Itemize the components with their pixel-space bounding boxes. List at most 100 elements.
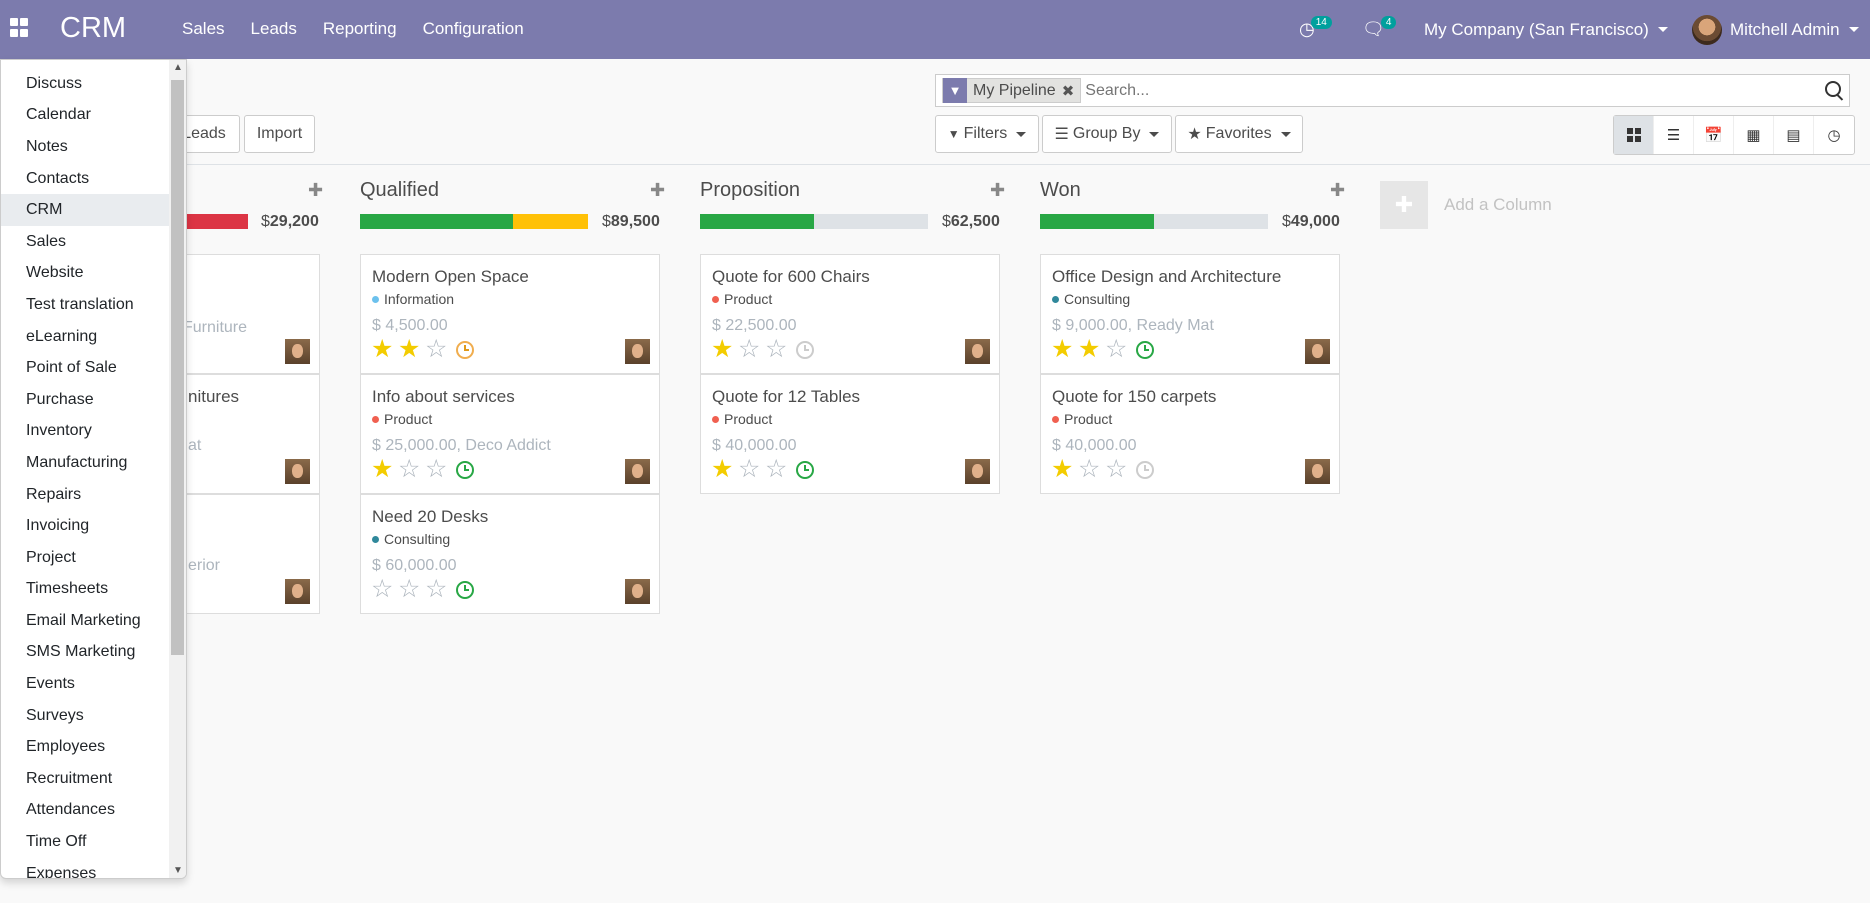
pivot-view-icon[interactable]: ▦ xyxy=(1734,116,1774,154)
activity-clock-icon[interactable] xyxy=(796,461,814,479)
scroll-up-icon[interactable]: ▲ xyxy=(173,62,183,73)
activity-clock-icon[interactable] xyxy=(456,581,474,599)
app-menu-item-events[interactable]: Events xyxy=(1,668,171,700)
priority-star-icon[interactable]: ★ xyxy=(1051,457,1078,482)
app-menu-item-email-marketing[interactable]: Email Marketing xyxy=(1,605,171,637)
kanban-view-icon[interactable] xyxy=(1614,116,1654,154)
quick-create-icon[interactable]: ✚ xyxy=(990,180,1005,201)
priority-star-icon[interactable]: ☆ xyxy=(738,337,765,362)
remove-facet-icon[interactable]: ✖ xyxy=(1062,82,1081,100)
quick-create-icon[interactable]: ✚ xyxy=(308,180,323,201)
app-menu-item-sales[interactable]: Sales xyxy=(1,226,171,258)
priority-star-icon[interactable]: ☆ xyxy=(738,457,765,482)
priority-star-icon[interactable]: ☆ xyxy=(425,457,452,482)
column-title[interactable]: Proposition xyxy=(700,179,800,202)
priority-star-icon[interactable]: ☆ xyxy=(398,577,425,602)
menu-reporting[interactable]: Reporting xyxy=(323,19,397,39)
app-brand[interactable]: CRM xyxy=(60,12,126,45)
priority-star-icon[interactable]: ☆ xyxy=(371,577,398,602)
scrollbar[interactable]: ▲ ▼ xyxy=(169,60,186,878)
progress-green[interactable] xyxy=(700,214,814,229)
app-menu-item-surveys[interactable]: Surveys xyxy=(1,700,171,732)
import-button[interactable]: Import xyxy=(244,115,315,153)
scroll-down-icon[interactable]: ▼ xyxy=(173,865,183,876)
app-menu-item-repairs[interactable]: Repairs xyxy=(1,479,171,511)
scrollbar-thumb[interactable] xyxy=(171,80,184,655)
app-menu-item-invoicing[interactable]: Invoicing xyxy=(1,510,171,542)
priority-star-icon[interactable]: ☆ xyxy=(425,577,452,602)
list-view-icon[interactable]: ☰ xyxy=(1654,116,1694,154)
priority-star-icon[interactable]: ★ xyxy=(1078,337,1105,362)
filters-button[interactable]: ▼ Filters xyxy=(935,115,1039,153)
app-menu-item-timesheets[interactable]: Timesheets xyxy=(1,574,171,606)
activity-view-icon[interactable]: ◷ xyxy=(1814,116,1854,154)
quick-create-icon[interactable]: ✚ xyxy=(1330,180,1345,201)
priority-star-icon[interactable]: ☆ xyxy=(398,457,425,482)
priority-star-icon[interactable]: ★ xyxy=(371,337,398,362)
apps-menu-icon[interactable] xyxy=(10,18,30,38)
kanban-card[interactable]: Quote for 12 Tables Product $ 40,000.00 ★ ☆ ☆ xyxy=(700,374,1000,494)
favorites-button[interactable]: ★ Favorites xyxy=(1175,115,1303,153)
activity-clock-icon[interactable] xyxy=(456,341,474,359)
activity-clock-icon[interactable] xyxy=(456,461,474,479)
menu-configuration[interactable]: Configuration xyxy=(423,19,524,39)
activity-button[interactable]: ◷ 14 xyxy=(1299,0,1332,59)
app-menu-item-notes[interactable]: Notes xyxy=(1,131,171,163)
progress-green[interactable] xyxy=(1040,214,1154,229)
app-menu-item-employees[interactable]: Employees xyxy=(1,731,171,763)
quick-create-icon[interactable]: ✚ xyxy=(650,180,665,201)
user-menu[interactable]: Mitchell Admin xyxy=(1692,0,1859,59)
calendar-view-icon[interactable]: 📅 xyxy=(1694,116,1734,154)
priority-star-icon[interactable]: ☆ xyxy=(425,337,452,362)
activity-clock-icon[interactable] xyxy=(1136,461,1154,479)
activity-clock-icon[interactable] xyxy=(796,341,814,359)
app-menu-item-website[interactable]: Website xyxy=(1,258,171,290)
kanban-card[interactable]: Quote for 600 Chairs Product $ 22,500.00 ★ ☆… xyxy=(700,254,1000,374)
kanban-card[interactable]: Info about services Product $ 25,000.00, D… xyxy=(360,374,660,494)
priority-star-icon[interactable]: ★ xyxy=(371,457,398,482)
company-switcher[interactable]: My Company (San Francisco) xyxy=(1424,0,1668,59)
menu-leads[interactable]: Leads xyxy=(251,19,297,39)
app-menu-item-purchase[interactable]: Purchase xyxy=(1,384,171,416)
app-menu-item-attendances[interactable]: Attendances xyxy=(1,795,171,827)
progress-green[interactable] xyxy=(360,214,513,229)
groupby-button[interactable]: ☰ Group By xyxy=(1042,115,1172,153)
progress-yellow[interactable] xyxy=(512,214,588,229)
app-menu-item-contacts[interactable]: Contacts xyxy=(1,163,171,195)
column-title[interactable]: Qualified xyxy=(360,179,439,202)
priority-star-icon[interactable]: ★ xyxy=(711,337,738,362)
app-menu-item-inventory[interactable]: Inventory xyxy=(1,416,171,448)
menu-sales[interactable]: Sales xyxy=(182,19,225,39)
app-menu-item-manufacturing[interactable]: Manufacturing xyxy=(1,447,171,479)
app-menu-item-calendar[interactable]: Calendar xyxy=(1,100,171,132)
app-menu-item-discuss[interactable]: Discuss xyxy=(1,68,171,100)
search-icon[interactable] xyxy=(1825,81,1841,97)
app-menu-item-point-of-sale[interactable]: Point of Sale xyxy=(1,352,171,384)
app-menu-item-time-off[interactable]: Time Off xyxy=(1,826,171,858)
priority-star-icon[interactable]: ★ xyxy=(398,337,425,362)
kanban-card[interactable]: Need 20 Desks Consulting $ 60,000.00 ☆ ☆ ☆ xyxy=(360,494,660,614)
priority-star-icon[interactable]: ☆ xyxy=(765,337,792,362)
search-input[interactable] xyxy=(1085,81,1806,100)
graph-view-icon[interactable]: ▤ xyxy=(1774,116,1814,154)
app-menu-item-sms-marketing[interactable]: SMS Marketing xyxy=(1,637,171,669)
column-title[interactable]: Won xyxy=(1040,179,1081,202)
priority-star-icon[interactable]: ☆ xyxy=(765,457,792,482)
app-menu-item-expenses[interactable]: Expenses xyxy=(1,858,171,878)
kanban-card[interactable]: Quote for 150 carpets Product $ 40,000.00 ★… xyxy=(1040,374,1340,494)
kanban-card[interactable]: Office Design and Architecture Consulting… xyxy=(1040,254,1340,374)
add-column-button[interactable]: ✚ Add a Column xyxy=(1380,181,1552,229)
activity-clock-icon[interactable] xyxy=(1136,341,1154,359)
priority-star-icon[interactable]: ☆ xyxy=(1105,337,1132,362)
app-menu-item-test-translation[interactable]: Test translation xyxy=(1,289,171,321)
app-menu-item-elearning[interactable]: eLearning xyxy=(1,321,171,353)
priority-star-icon[interactable]: ★ xyxy=(711,457,738,482)
app-menu-item-recruitment[interactable]: Recruitment xyxy=(1,763,171,795)
priority-star-icon[interactable]: ☆ xyxy=(1078,457,1105,482)
app-menu-item-crm[interactable]: CRM xyxy=(1,194,171,226)
messages-button[interactable]: 🗨 4 xyxy=(1362,0,1397,59)
priority-star-icon[interactable]: ☆ xyxy=(1105,457,1132,482)
kanban-card[interactable]: Modern Open Space Information $ 4,500.00 ★ ★… xyxy=(360,254,660,374)
app-menu-item-project[interactable]: Project xyxy=(1,542,171,574)
priority-star-icon[interactable]: ★ xyxy=(1051,337,1078,362)
